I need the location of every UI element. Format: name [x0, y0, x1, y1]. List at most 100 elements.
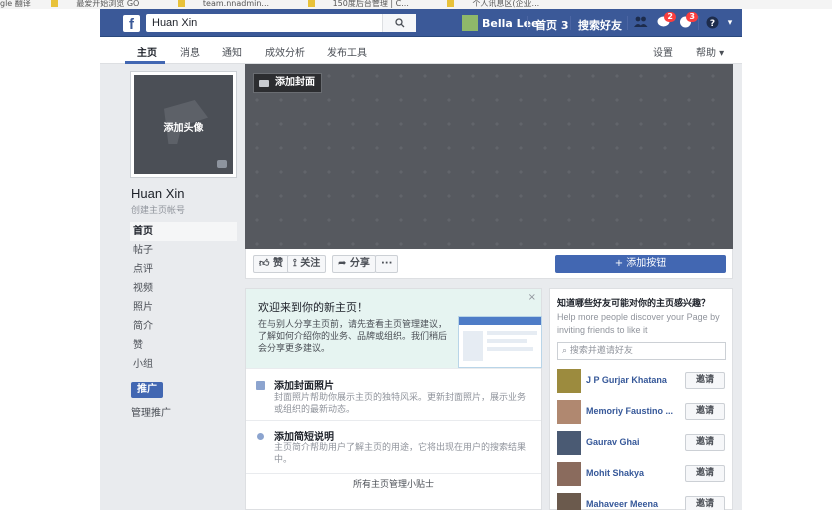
list-item: Mahaveer Meena 邀请 — [557, 493, 729, 510]
avatar — [462, 15, 478, 31]
close-icon[interactable]: × — [528, 292, 536, 303]
invite-button[interactable]: 邀请 — [685, 372, 725, 389]
all-page-tips-link[interactable]: 所有主页管理小贴士 — [246, 473, 541, 495]
tip-text: 封面照片帮助你展示主页的独特风采。更新封面照片，展示业务或组织的最新动态。 — [274, 393, 527, 415]
follow-button[interactable]: ⟟ 关注 — [287, 255, 327, 273]
thumbs-up-icon: 👍︎ — [259, 258, 270, 269]
top-navigation-bar: f Huan Xin Bella Lee 首页 3 搜索好友 2 3 ? ▾ — [100, 9, 742, 37]
invite-button[interactable]: 邀请 — [685, 465, 725, 482]
add-profile-photo-label: 添加头像 — [163, 123, 204, 134]
tab-insights[interactable]: 成效分析 — [265, 44, 305, 59]
add-cover-button[interactable]: 添加封面 — [253, 73, 322, 93]
invite-search-input[interactable]: ⌕ 搜索并邀请好友 — [557, 342, 726, 360]
friend-name[interactable]: Mohit Shakya — [586, 468, 682, 478]
invite-button[interactable]: 邀请 — [685, 496, 725, 510]
welcome-title: 欢迎来到你的新主页！ — [258, 301, 368, 314]
profile-picture-placeholder: 添加头像 — [134, 75, 233, 174]
list-item: J P Gurjar Khatana 邀请 — [557, 369, 729, 393]
friend-name[interactable]: J P Gurjar Khatana — [586, 375, 682, 385]
more-button[interactable]: ··· — [375, 255, 399, 273]
messages-icon[interactable]: 2 — [656, 12, 676, 30]
like-button[interactable]: 👍︎ 赞 — [253, 255, 289, 273]
bookmark-item[interactable]: team.nnadmin... — [177, 0, 287, 8]
page-tabs-bar: 主页 消息 通知 成效分析 发布工具 设置 帮助 ▾ — [100, 37, 742, 64]
manage-promotions-link[interactable]: 管理推广 — [131, 404, 171, 419]
divider — [527, 16, 528, 30]
add-cover-label: 添加封面 — [275, 77, 315, 88]
rss-icon: ⟟ — [293, 258, 297, 269]
tab-home[interactable]: 主页 — [137, 44, 157, 59]
page-illustration — [458, 316, 542, 368]
promote-button[interactable]: 推广 — [131, 382, 163, 398]
avatar[interactable] — [557, 493, 581, 510]
tab-publishing-tools[interactable]: 发布工具 — [327, 44, 367, 59]
sidebar-item-groups[interactable]: 小组 — [130, 355, 237, 374]
search-icon — [394, 18, 404, 28]
tip-title: 添加简短说明 — [274, 432, 334, 443]
divider — [627, 16, 628, 30]
sidebar-item-photos[interactable]: 照片 — [130, 298, 237, 317]
help-icon[interactable]: ? — [705, 16, 719, 30]
sidebar-item-posts[interactable]: 帖子 — [130, 241, 237, 260]
messages-badge: 2 — [664, 12, 676, 22]
invite-subtitle: Help more people discover your Page by i… — [557, 312, 720, 335]
divider — [698, 16, 699, 30]
tab-settings[interactable]: 设置 — [653, 44, 673, 59]
share-button[interactable]: ➦ 分享 — [332, 255, 376, 273]
search-button[interactable] — [382, 14, 416, 32]
avatar[interactable] — [557, 400, 581, 424]
tab-help[interactable]: 帮助 ▾ — [696, 44, 724, 59]
home-link[interactable]: 首页 3 — [535, 17, 569, 33]
bookmark-item[interactable]: 个人讯息区(企业... — [447, 0, 557, 8]
bookmark-icon — [51, 0, 59, 7]
tip-add-cover-photo[interactable]: 添加封面照片 封面照片帮助你展示主页的独特风采。更新封面照片，展示业务或组织的最… — [246, 368, 541, 420]
tip-title: 添加封面照片 — [274, 381, 334, 392]
notifications-icon[interactable]: 3 — [678, 12, 698, 30]
sidebar-item-reviews[interactable]: 点评 — [130, 260, 237, 279]
facebook-logo[interactable]: f — [123, 15, 140, 33]
tab-notifications[interactable]: 通知 — [222, 44, 242, 59]
search-icon: ⌕ — [562, 346, 568, 356]
avatar[interactable] — [557, 369, 581, 393]
sidebar-item-home[interactable]: 首页 — [130, 222, 237, 241]
friend-name[interactable]: Mahaveer Meena — [586, 499, 682, 509]
photo-icon — [256, 381, 265, 390]
avatar[interactable] — [557, 462, 581, 486]
tab-messages[interactable]: 消息 — [180, 44, 200, 59]
browser-bookmarks-bar: gle 翻译 最爱开始浏览 GO team.nnadmin... 150度后台管… — [0, 0, 832, 9]
share-arrow-icon: ➦ — [338, 258, 347, 269]
avatar[interactable] — [557, 431, 581, 455]
search-input[interactable]: Huan Xin — [146, 14, 416, 32]
welcome-banner: 欢迎来到你的新主页！ 在与别人分享主页前，请先查看主页管理建议，了解如何介绍你的… — [246, 289, 542, 368]
friend-name[interactable]: Gaurav Ghai — [586, 437, 682, 447]
create-username-link[interactable]: 创建主页帐号 — [131, 203, 185, 216]
search-value: Huan Xin — [152, 17, 198, 29]
bookmark-icon — [177, 0, 185, 7]
account-menu-chevron-icon[interactable]: ▾ — [723, 16, 737, 30]
tip-text: 主页简介帮助用户了解主页的用途，它将出现在用户的搜索结果中。 — [274, 443, 527, 465]
friend-requests-icon[interactable] — [634, 16, 648, 30]
friend-name[interactable]: Memoriy Faustino ... — [586, 406, 682, 416]
add-button[interactable]: + 添加按钮 — [555, 255, 726, 273]
page-sidebar-nav: 首页 帖子 点评 视频 照片 简介 赞 小组 — [130, 222, 237, 374]
bookmark-icon — [447, 0, 455, 7]
video-camera-icon — [259, 79, 269, 87]
invite-title: 知道哪些好友可能对你的主页感兴趣？ — [557, 299, 711, 309]
sidebar-item-about[interactable]: 简介 — [130, 317, 237, 336]
page-action-bar: 👍︎ 赞 ⟟ 关注 ➦ 分享 ··· + 添加按钮 — [245, 249, 733, 279]
find-friends-link[interactable]: 搜索好友 — [578, 17, 622, 33]
bookmark-item[interactable]: 最爱开始浏览 GO — [51, 0, 157, 8]
list-item: Memoriy Faustino ... 邀请 — [557, 400, 729, 424]
svg-text:?: ? — [709, 19, 714, 29]
list-item: Mohit Shakya 邀请 — [557, 462, 729, 486]
invite-button[interactable]: 邀请 — [685, 434, 725, 451]
invite-button[interactable]: 邀请 — [685, 403, 725, 420]
bookmark-item[interactable]: gle 翻译 — [0, 0, 31, 8]
bookmark-item[interactable]: 150度后台管理 | C... — [307, 0, 427, 8]
welcome-text: 在与别人分享主页前，请先查看主页管理建议，了解如何介绍你的业务、品牌或组织。我们… — [258, 320, 448, 354]
profile-picture-frame[interactable]: 添加头像 — [130, 71, 237, 178]
sidebar-item-likes[interactable]: 赞 — [130, 336, 237, 355]
tip-add-short-description[interactable]: 添加简短说明 主页简介帮助用户了解主页的用途，它将出现在用户的搜索结果中。 — [246, 420, 541, 473]
invite-friends-card: 知道哪些好友可能对你的主页感兴趣？ Help more people disco… — [549, 288, 733, 510]
sidebar-item-videos[interactable]: 视频 — [130, 279, 237, 298]
